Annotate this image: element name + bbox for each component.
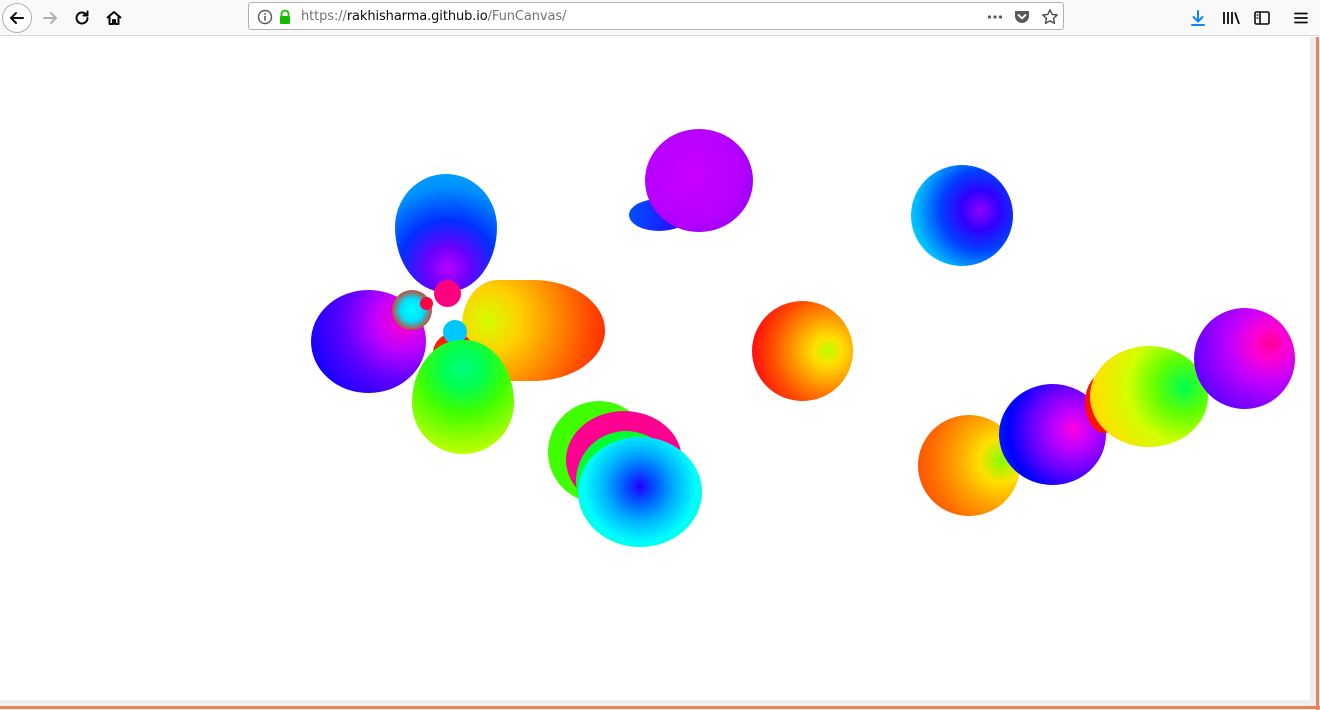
horizontal-scroll-accent [0,706,1320,709]
red-sphere [752,301,853,401]
yellow-sphere-right [1090,346,1208,447]
reload-button[interactable] [67,3,97,33]
sidebar-icon [1254,11,1270,25]
url-path: /FunCanvas/ [487,9,567,24]
reload-icon [75,10,89,25]
download-icon [1191,10,1205,26]
fun-canvas[interactable] [0,37,1310,700]
library-icon [1223,12,1240,25]
menu-button[interactable] [1286,3,1316,33]
info-icon[interactable] [255,7,275,27]
back-arrow-icon [10,12,24,24]
cyan-sphere-front [578,437,702,547]
browser-toolbar: https://rakhisharma.github.io/FunCanvas/ [0,0,1320,36]
home-button[interactable] [99,3,129,33]
home-icon [106,11,122,25]
pocket-icon[interactable] [1012,7,1032,27]
url-host: rakhisharma.github.io [346,9,488,24]
forward-button[interactable] [35,3,65,33]
magenta-small-dot [420,297,433,310]
hamburger-menu-icon [1294,12,1308,24]
vertical-scroll-accent [1316,37,1319,710]
violet-sphere-right [1194,308,1295,409]
back-button[interactable] [2,3,32,33]
download-button[interactable] [1183,3,1213,33]
more-dots-icon[interactable] [985,7,1005,27]
library-button[interactable] [1216,3,1246,33]
magenta-dot [434,280,461,307]
blue-drop-top [395,174,497,292]
star-icon[interactable] [1040,7,1060,27]
sidebar-button[interactable] [1247,3,1277,33]
url-text[interactable]: https://rakhisharma.github.io/FunCanvas/ [301,9,566,24]
forward-arrow-icon [43,12,57,24]
url-bar[interactable]: https://rakhisharma.github.io/FunCanvas/ [248,2,1064,30]
green-drop-bottom [412,340,514,454]
url-prefix: https:// [301,9,347,24]
lock-icon[interactable] [275,7,295,27]
cyan-sphere [911,165,1013,266]
purple-blob [645,129,753,232]
red-sliver-left [392,290,432,330]
